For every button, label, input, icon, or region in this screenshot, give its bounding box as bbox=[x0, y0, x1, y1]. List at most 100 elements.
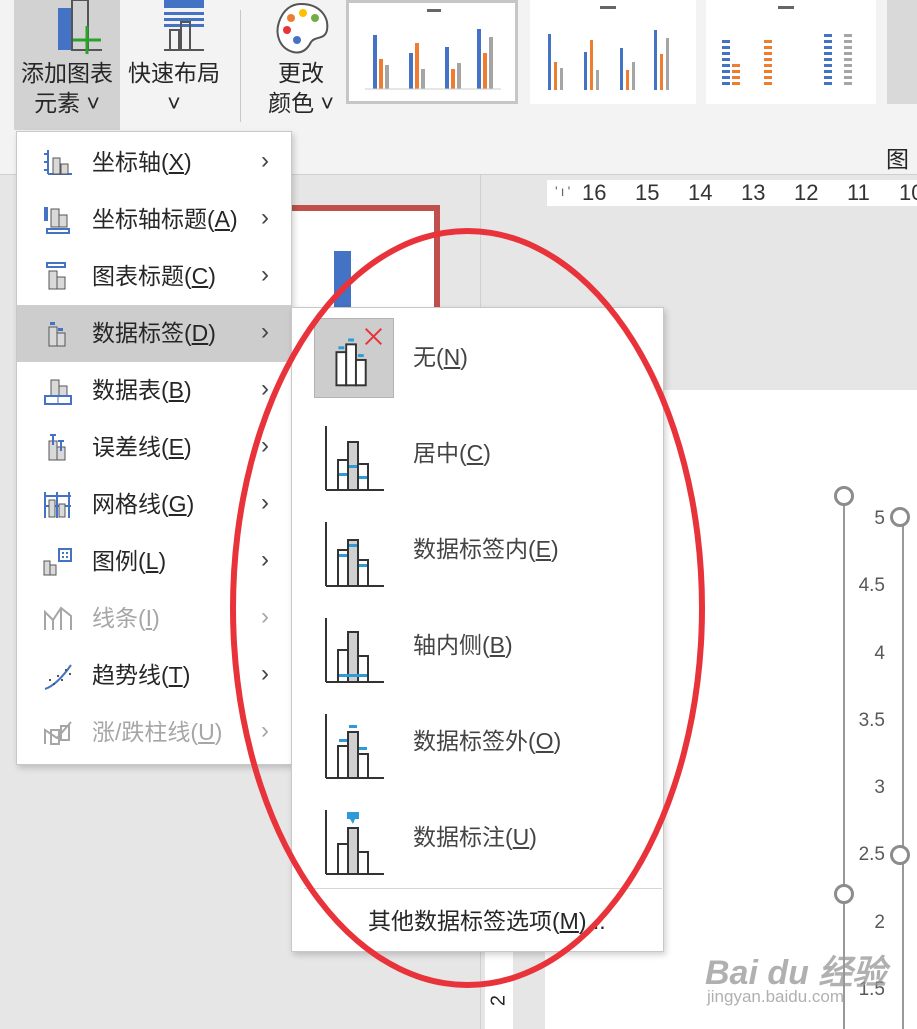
quick-layout-caret: ˅ bbox=[167, 90, 181, 116]
gridlines-icon bbox=[44, 492, 71, 518]
axis-tick-label: 4.5 bbox=[858, 575, 885, 596]
menu-item-legend[interactable]: 图例(L) › bbox=[17, 533, 291, 590]
baidu-jingyan-watermark: Bai du 经验 jingyan.baidu.com bbox=[705, 925, 915, 1015]
chevron-right-icon: › bbox=[261, 717, 269, 744]
change-colors-label-2: 颜色 ˅ bbox=[268, 90, 334, 116]
outside-end-labels-icon bbox=[325, 714, 384, 779]
menu-item-axes[interactable]: 坐标轴(X) › bbox=[17, 134, 291, 191]
submenu-item-label: 轴内侧(B) bbox=[413, 632, 513, 658]
menu-item-trendline[interactable]: 趋势线(T) › bbox=[17, 647, 291, 704]
submenu-item-label: 数据标签内(E) bbox=[413, 536, 559, 562]
submenu-item-inside-end[interactable]: 数据标签内(E) bbox=[292, 500, 663, 596]
menu-item-chart-title[interactable]: 图表标题(C) › bbox=[17, 248, 291, 305]
menu-item-label: 坐标轴(X) bbox=[92, 149, 192, 175]
menu-item-data-labels[interactable]: 数据标签(D) › bbox=[17, 305, 291, 362]
menu-item-label: 图例(L) bbox=[92, 548, 167, 574]
menu-item-label: 数据表(B) bbox=[92, 377, 192, 403]
submenu-item-label: 数据标注(U) bbox=[413, 824, 537, 850]
change-colors-label: 更改 bbox=[278, 60, 324, 86]
inside-end-labels-icon bbox=[325, 522, 384, 587]
lines-icon bbox=[44, 606, 72, 630]
resize-handle[interactable] bbox=[890, 845, 910, 865]
axis-tick-label: 3 bbox=[874, 777, 885, 798]
ruler-number: 10 bbox=[899, 180, 917, 205]
axis-tick-label: 2.5 bbox=[858, 844, 885, 865]
axis-tick-label: 3.5 bbox=[858, 710, 885, 731]
menu-item-data-table[interactable]: 数据表(B) › bbox=[17, 362, 291, 419]
chevron-right-icon: › bbox=[261, 318, 269, 345]
data-table-icon bbox=[44, 379, 72, 405]
ruler-number: 12 bbox=[794, 180, 819, 205]
chevron-right-icon: › bbox=[261, 147, 269, 174]
quick-layout-label: 快速布局 bbox=[128, 60, 220, 86]
chevron-right-icon: › bbox=[261, 660, 269, 687]
chevron-right-icon: › bbox=[261, 261, 269, 288]
resize-handle[interactable] bbox=[890, 507, 910, 527]
vertical-ruler-number: 2 bbox=[487, 994, 510, 1007]
center-labels-icon bbox=[325, 426, 384, 491]
chart-style-4[interactable] bbox=[887, 0, 917, 104]
menu-item-label: 坐标轴标题(A) bbox=[92, 206, 238, 232]
chart-style-3-preview bbox=[722, 6, 852, 85]
menu-item-label: 网格线(G) bbox=[92, 491, 195, 517]
chart-style-2-preview bbox=[548, 6, 669, 90]
legend-icon bbox=[43, 548, 72, 576]
chart-style-1-preview bbox=[365, 9, 501, 90]
menu-item-label: 线条(I) bbox=[92, 605, 160, 631]
add-chart-element-menu: 坐标轴(X) › 坐标轴标题(A) › 图表标题(C) › 数据标签(D) › … bbox=[16, 131, 292, 765]
trendline-icon bbox=[44, 664, 72, 690]
palette-icon bbox=[276, 2, 329, 54]
inside-base-labels-icon bbox=[325, 618, 384, 683]
chevron-right-icon: › bbox=[261, 432, 269, 459]
chevron-right-icon: › bbox=[261, 204, 269, 231]
quick-layout-button[interactable]: 快速布局 ˅ bbox=[122, 0, 226, 130]
menu-item-lines[interactable]: 线条(I) › bbox=[17, 590, 291, 647]
menu-item-gridlines[interactable]: 网格线(G) › bbox=[17, 476, 291, 533]
chevron-right-icon: › bbox=[261, 489, 269, 516]
ribbon-divider bbox=[240, 10, 241, 122]
data-labels-submenu: 无(N) 居中(C) 数据标签内(E) 轴内侧(B) 数据标签外(O) 数据标注… bbox=[291, 307, 664, 952]
menu-item-up-down-bars[interactable]: 涨/跌柱线(U) › bbox=[17, 704, 291, 761]
chevron-right-icon: › bbox=[261, 603, 269, 630]
axes-icon bbox=[44, 150, 72, 175]
chevron-right-icon: › bbox=[261, 546, 269, 573]
add-chart-element-label: 添加图表 bbox=[21, 60, 113, 86]
submenu-item-label: 无(N) bbox=[413, 344, 468, 370]
chart-title-icon bbox=[46, 262, 66, 290]
ruler-number: 14 bbox=[688, 180, 713, 205]
menu-item-label: 趋势线(T) bbox=[92, 662, 191, 688]
resize-handle[interactable] bbox=[834, 884, 854, 904]
axis-tick-label: 4 bbox=[874, 643, 885, 664]
axis-tick-label: 5 bbox=[874, 508, 885, 529]
chart-style-3[interactable] bbox=[706, 0, 876, 104]
ruler-number: 11 bbox=[847, 180, 870, 205]
ruler-number: 16 bbox=[582, 180, 607, 205]
up-down-bars-icon bbox=[44, 721, 72, 745]
add-chart-element-button[interactable]: 添加图表 元素 ˅ bbox=[14, 0, 120, 130]
none-labels-icon bbox=[314, 318, 394, 398]
submenu-item-center[interactable]: 居中(C) bbox=[292, 404, 663, 500]
change-colors-button[interactable]: 更改 颜色 ˅ bbox=[258, 0, 344, 130]
submenu-item-outside-end[interactable]: 数据标签外(O) bbox=[292, 692, 663, 788]
more-data-label-options-button[interactable]: 其他数据标签选项(M)... bbox=[368, 906, 606, 936]
data-callout-icon bbox=[325, 810, 384, 875]
submenu-item-inside-base[interactable]: 轴内侧(B) bbox=[292, 596, 663, 692]
error-bars-icon bbox=[48, 434, 66, 461]
ruler-number: 13 bbox=[741, 180, 766, 205]
menu-item-axis-titles[interactable]: 坐标轴标题(A) › bbox=[17, 191, 291, 248]
submenu-item-none[interactable]: 无(N) bbox=[292, 308, 663, 404]
submenu-item-data-callout[interactable]: 数据标注(U) bbox=[292, 788, 663, 884]
chart-style-1[interactable] bbox=[346, 0, 518, 104]
quick-layout-icon bbox=[164, 0, 204, 51]
data-labels-icon bbox=[48, 322, 66, 347]
watermark-url: jingyan.baidu.com bbox=[707, 987, 845, 1006]
chart-style-2[interactable] bbox=[530, 0, 696, 104]
horizontal-ruler: 'ı' 16 15 14 13 12 11 10 bbox=[547, 180, 917, 206]
submenu-divider bbox=[304, 888, 662, 889]
menu-item-label: 涨/跌柱线(U) bbox=[92, 719, 223, 745]
add-chart-element-label-2: 元素 ˅ bbox=[34, 90, 100, 116]
menu-item-label: 数据标签(D) bbox=[92, 320, 216, 346]
submenu-item-label: 居中(C) bbox=[413, 440, 491, 466]
menu-item-error-bars[interactable]: 误差线(E) › bbox=[17, 419, 291, 476]
resize-handle[interactable] bbox=[834, 486, 854, 506]
